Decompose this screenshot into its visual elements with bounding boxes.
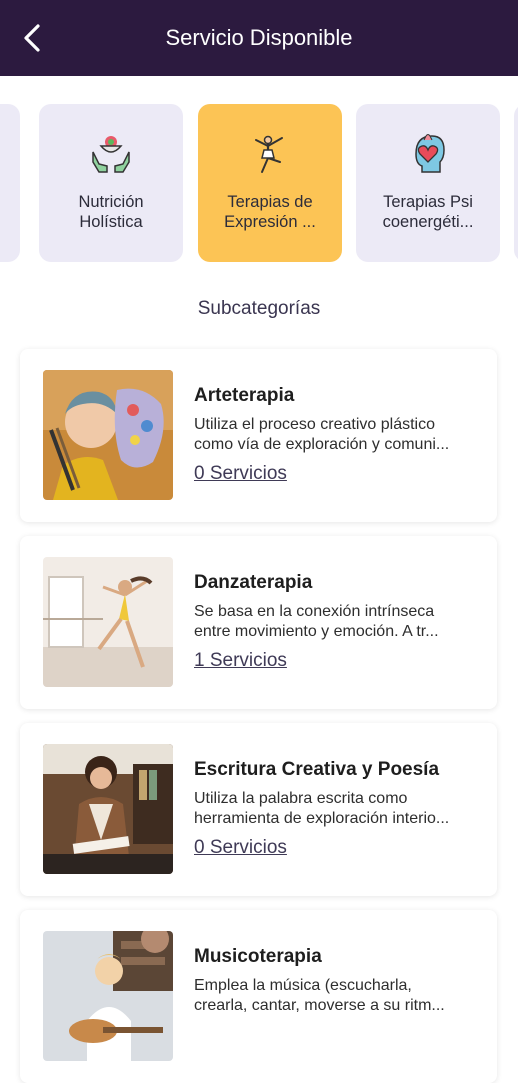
services-count-link[interactable]: 1 Servicios (194, 650, 287, 672)
category-label: Nutrición Holística (78, 193, 144, 231)
category-card-partial-left[interactable] (0, 104, 20, 262)
page-title: Servicio Disponible (165, 25, 353, 50)
services-count-link[interactable]: 0 Servicios (194, 463, 287, 485)
hands-bowl-icon (92, 136, 130, 173)
subcategory-card-arteterapia[interactable]: Arteterapia Utiliza el proceso creativo … (20, 349, 497, 522)
category-label: Terapias Psi coenergéti... (382, 193, 474, 231)
subcategory-title: Musicoterapia (194, 946, 322, 967)
subcategory-description: Utiliza la palabra escrita como herramie… (194, 790, 450, 827)
category-label: Terapias de Expresión ... (224, 193, 316, 231)
category-card-terapias-expresion[interactable]: Terapias de Expresión ... (198, 104, 342, 262)
subcategory-description: Emplea la música (escucharla, crearla, c… (194, 977, 445, 1014)
subcategory-title: Escritura Creativa y Poesía (194, 759, 440, 780)
subcategory-image (43, 744, 173, 874)
subcategory-description: Se basa en la conexión intrínseca entre … (194, 603, 439, 640)
category-card-terapias-psicoenergeticas[interactable]: Terapias Psi coenergéti... (356, 104, 500, 262)
section-title-subcategorias: Subcategorías (197, 298, 321, 319)
head-heart-icon (415, 134, 445, 173)
subcategory-card-danzaterapia[interactable]: Danzaterapia Se basa en la conexión intr… (20, 536, 497, 709)
category-card-partial-right[interactable] (514, 104, 518, 262)
subcategory-image (43, 931, 173, 1061)
services-count-link[interactable]: 0 Servicios (194, 837, 287, 859)
subcategory-image (43, 557, 173, 687)
subcategory-card-musicoterapia[interactable]: Musicoterapia Emplea la música (escuchar… (20, 910, 497, 1083)
subcategory-description: Utiliza el proceso creativo plástico com… (194, 416, 450, 453)
top-app-bar: Servicio Disponible (0, 0, 518, 76)
subcategory-image (43, 370, 173, 500)
dancer-icon (255, 135, 283, 173)
subcategory-title: Danzaterapia (194, 572, 313, 593)
subcategory-title: Arteterapia (194, 385, 295, 406)
category-card-nutricion[interactable]: Nutrición Holística (39, 104, 183, 262)
category-carousel[interactable]: Nutrición Holística Terapias de Expresió… (0, 104, 518, 262)
subcategory-card-escritura-creativa[interactable]: Escritura Creativa y Poesía Utiliza la p… (20, 723, 497, 896)
